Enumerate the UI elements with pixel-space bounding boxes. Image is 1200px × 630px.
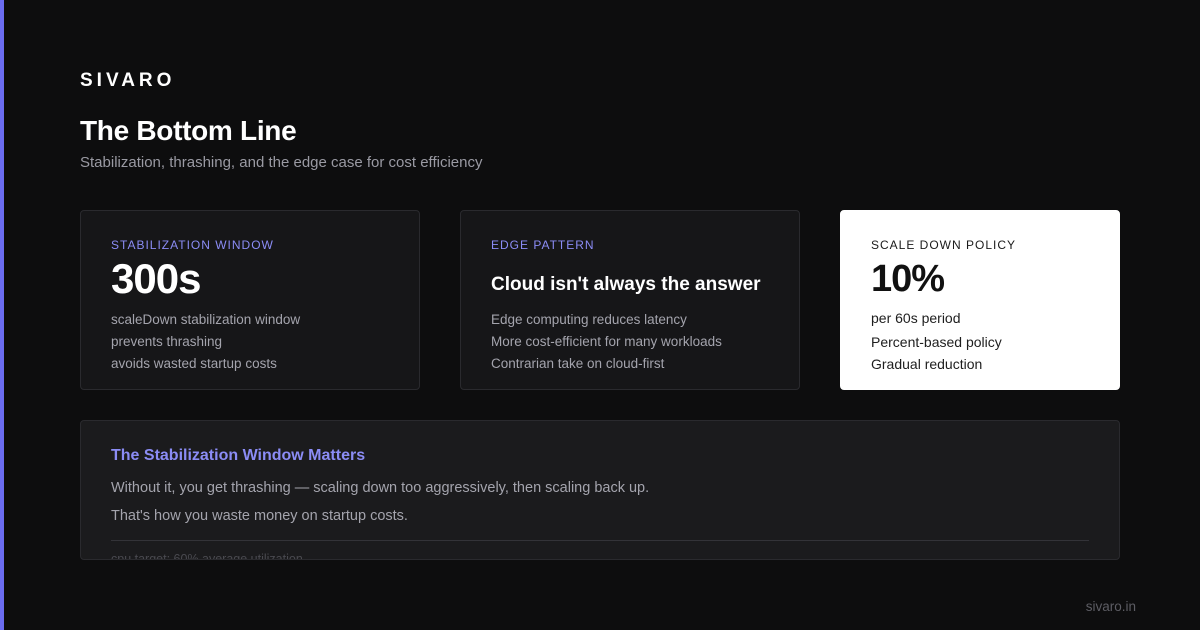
callout-title: The Stabilization Window Matters (111, 447, 366, 464)
card-lines: Edge computing reduces latency More cost… (491, 309, 769, 375)
card-line: Percent-based policy (871, 334, 1002, 350)
card-line: avoids wasted startup costs (111, 356, 277, 371)
card-scale-down-policy: SCALE DOWN POLICY 10% per 60s period Per… (840, 210, 1120, 390)
card-lines: scaleDown stabilization window prevents … (111, 309, 389, 375)
brand-logo: SIVARO (80, 70, 176, 91)
card-line: Contrarian take on cloud-first (491, 356, 665, 371)
accent-bar (0, 0, 4, 630)
card-eyebrow: EDGE PATTERN (491, 238, 595, 252)
page-subtitle: Stabilization, thrashing, and the edge c… (80, 154, 483, 171)
card-headline: Cloud isn't always the answer (491, 274, 761, 295)
callout-footnote: cpu target: 60% average utilization (111, 552, 303, 560)
callout-text: Without it, you get thrashing — scaling … (111, 480, 650, 496)
card-line: Gradual reduction (871, 356, 983, 372)
site-domain: sivaro.in (1085, 599, 1136, 614)
card-eyebrow: STABILIZATION WINDOW (111, 238, 274, 252)
card-eyebrow: SCALE DOWN POLICY (871, 238, 1017, 252)
callout-text: That's how you waste money on startup co… (111, 508, 408, 524)
card-stat-value: 10% (871, 258, 945, 300)
card-stat-value: 300s (111, 255, 201, 302)
card-line: scaleDown stabilization window (111, 312, 301, 327)
page-title: The Bottom Line (80, 115, 297, 146)
divider (111, 540, 1089, 541)
card-line: More cost-efficient for many workloads (491, 334, 722, 349)
callout-panel: The Stabilization Window Matters Without… (80, 420, 1120, 560)
card-line: Edge computing reduces latency (491, 312, 687, 327)
card-stabilization-window: STABILIZATION WINDOW 300s scaleDown stab… (80, 210, 420, 390)
card-line: prevents thrashing (111, 334, 223, 349)
card-stat-unit: per 60s period (871, 310, 961, 326)
card-lines: per 60s period Percent-based policy Grad… (871, 307, 1089, 375)
card-edge-pattern: EDGE PATTERN Cloud isn't always the answ… (460, 210, 800, 390)
